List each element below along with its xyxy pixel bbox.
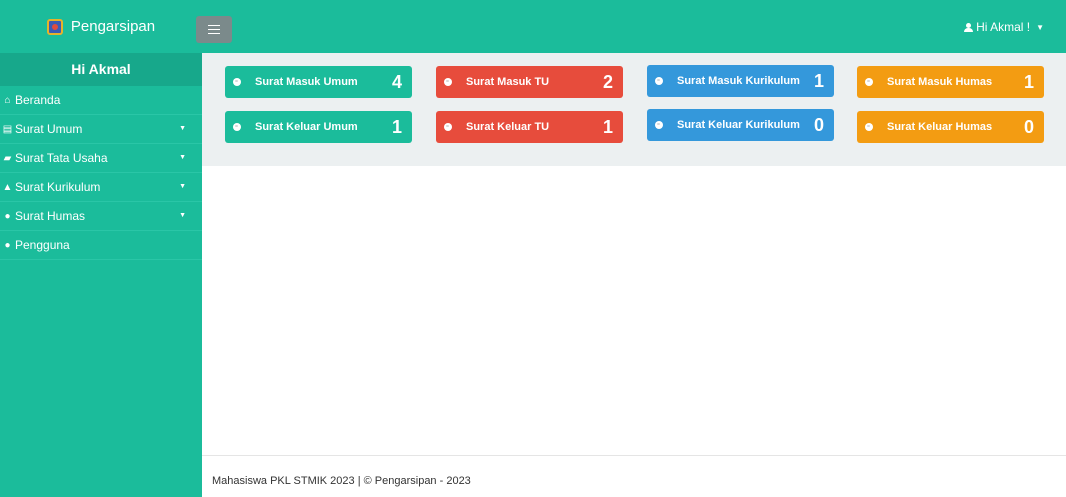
tile-label: Surat Masuk Humas: [887, 76, 993, 88]
users-icon: ●: [4, 210, 11, 222]
tile-label: Surat Masuk TU: [466, 76, 550, 88]
tile-count: 2: [602, 71, 613, 92]
tile-label: Surat Keluar Humas: [887, 121, 993, 133]
summary-tiles-panel: Surat Masuk Umum 4 Surat Masuk TU 2 Sura…: [202, 53, 1066, 166]
caret-down-icon: ▼: [179, 154, 186, 161]
tile-surat-masuk-umum[interactable]: Surat Masuk Umum 4: [225, 66, 412, 98]
user-menu-dropdown[interactable]: Hi Akmal ! ▼: [964, 20, 1044, 34]
tile-label: Surat Keluar Umum: [255, 121, 358, 133]
sidebar-header: Hi Akmal: [0, 53, 202, 86]
sidebar: Hi Akmal ⌂ Beranda ▤ Surat Umum ▼ ▰ Sura…: [0, 53, 202, 497]
tile-count: 1: [602, 116, 613, 137]
tile-count: 1: [391, 116, 402, 137]
sidebar-item-label: Beranda: [15, 93, 61, 107]
sidebar-item-surat-humas[interactable]: ● Surat Humas ▼: [0, 202, 202, 231]
tile-count: 4: [391, 71, 402, 92]
tile-surat-keluar-tu[interactable]: Surat Keluar TU 1: [436, 111, 623, 143]
globe-icon: [865, 78, 873, 86]
sidebar-toggle-button[interactable]: [196, 16, 232, 43]
globe-icon: [444, 123, 452, 131]
tile-count: 1: [1023, 71, 1034, 92]
sidebar-item-label: Pengguna: [15, 238, 70, 252]
tile-label: Surat Keluar TU: [466, 121, 550, 133]
tile-surat-keluar-humas[interactable]: Surat Keluar Humas 0: [857, 111, 1044, 143]
sidebar-item-pengguna[interactable]: ● Pengguna: [0, 231, 202, 260]
tile-count: 0: [813, 114, 824, 135]
home-icon: ⌂: [4, 94, 11, 106]
tile-surat-keluar-umum[interactable]: Surat Keluar Umum 1: [225, 111, 412, 143]
tile-label: Surat Keluar Kurikulum: [677, 119, 800, 131]
sidebar-item-surat-kurikulum[interactable]: ▲ Surat Kurikulum ▼: [0, 173, 202, 202]
globe-icon: [655, 77, 663, 85]
tile-surat-keluar-kurikulum[interactable]: Surat Keluar Kurikulum 0: [647, 109, 834, 141]
top-navbar: Pengarsipan Hi Akmal ! ▼: [0, 0, 1066, 53]
user-icon: ●: [4, 239, 11, 251]
hamburger-line: [208, 29, 220, 30]
sidebar-item-beranda[interactable]: ⌂ Beranda: [0, 86, 202, 115]
main-content: Surat Masuk Umum 4 Surat Masuk TU 2 Sura…: [202, 53, 1066, 497]
logo-icon: [46, 18, 63, 35]
book-icon: ▰: [3, 152, 12, 164]
caret-down-icon: ▼: [179, 125, 186, 132]
caret-down-icon: ▼: [179, 212, 186, 219]
globe-icon: [233, 123, 241, 131]
sidebar-item-surat-umum[interactable]: ▤ Surat Umum ▼: [0, 115, 202, 144]
sidebar-item-label: Surat Tata Usaha: [15, 151, 108, 165]
sidebar-item-label: Surat Kurikulum: [15, 180, 101, 194]
tile-label: Surat Masuk Umum: [255, 76, 358, 88]
user-menu-label: Hi Akmal !: [976, 20, 1031, 34]
sidebar-item-label: Surat Humas: [15, 209, 86, 223]
user-icon: [964, 22, 974, 32]
hamburger-line: [208, 33, 220, 34]
globe-icon: [865, 123, 873, 131]
caret-down-icon: ▼: [179, 183, 186, 190]
newspaper-icon: ▤: [2, 123, 13, 135]
brand[interactable]: Pengarsipan: [0, 0, 202, 53]
caret-down-icon: ▼: [1036, 22, 1044, 32]
tile-surat-masuk-kurikulum[interactable]: Surat Masuk Kurikulum 1: [647, 65, 834, 97]
globe-icon: [444, 78, 452, 86]
sidebar-item-label: Surat Umum: [15, 122, 83, 136]
brand-title: Pengarsipan: [70, 18, 156, 35]
tile-surat-masuk-tu[interactable]: Surat Masuk TU 2: [436, 66, 623, 98]
tile-count: 1: [813, 70, 824, 91]
sidebar-item-surat-tata-usaha[interactable]: ▰ Surat Tata Usaha ▼: [0, 144, 202, 173]
hamburger-icon: [208, 25, 220, 26]
tile-label: Surat Masuk Kurikulum: [677, 75, 800, 87]
globe-icon: [655, 121, 663, 129]
graduation-cap-icon: ▲: [2, 181, 13, 193]
tile-count: 0: [1023, 116, 1034, 137]
footer: Mahasiswa PKL STMIK 2023 | © Pengarsipan…: [202, 455, 1066, 497]
tile-surat-masuk-humas[interactable]: Surat Masuk Humas 1: [857, 66, 1044, 98]
globe-icon: [233, 78, 241, 86]
